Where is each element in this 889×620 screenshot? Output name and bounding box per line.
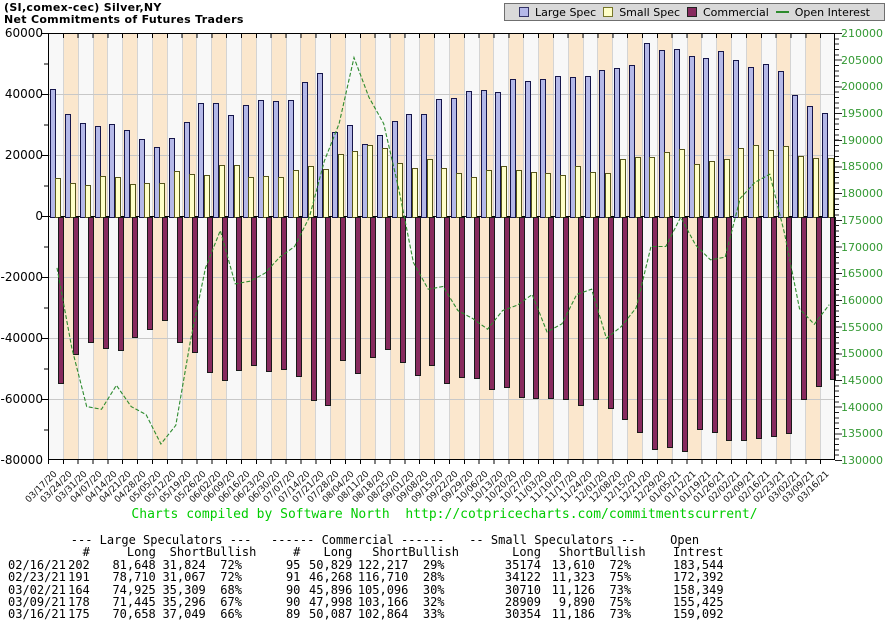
y-axis-label-right: 200000 <box>841 80 883 93</box>
y-axis-label-right: 140000 <box>841 401 883 414</box>
value-cell: 50,087 <box>300 608 352 620</box>
value-cell: 31,067 <box>156 571 206 583</box>
y-axis-label-right: 205000 <box>841 54 883 67</box>
date-cell: 02/23/21 <box>8 571 66 583</box>
value-cell: 89 <box>256 608 300 620</box>
col-header-Bullish: Bullish <box>408 546 459 558</box>
table-row: 02/23/2119178,71031,06772%9146,268116,71… <box>8 571 724 583</box>
value-cell: 28% <box>408 571 459 583</box>
value-cell: 34122 <box>459 571 541 583</box>
value-cell: 191 <box>66 571 90 583</box>
y-axis-label-right: 160000 <box>841 294 883 307</box>
value-cell: 46,268 <box>300 571 352 583</box>
value-cell: 33% <box>408 608 459 620</box>
y-axis-label-left: -60000 <box>0 392 43 406</box>
col-header-Short: Short <box>541 546 595 558</box>
value-cell: 37,049 <box>156 608 206 620</box>
value-cell: 72% <box>206 571 257 583</box>
value-cell: 159,092 <box>646 608 724 620</box>
y-axis-label-right: 135000 <box>841 427 883 440</box>
col-header-#: # <box>256 546 300 558</box>
value-cell: 70,658 <box>90 608 156 620</box>
cot-table: --- Large Speculators --------- Commerci… <box>8 534 724 620</box>
y-axis-label-left: 0 <box>0 209 43 223</box>
value-cell: 175 <box>66 608 90 620</box>
y-axis-label-right: 185000 <box>841 160 883 173</box>
value-cell: 172,392 <box>646 571 724 583</box>
col-header-#: # <box>66 546 90 558</box>
value-cell: 11,186 <box>541 608 595 620</box>
value-cell: 66% <box>206 608 257 620</box>
value-cell: 75% <box>595 571 646 583</box>
y-axis-label-left: -40000 <box>0 331 43 345</box>
y-axis-label-left: 40000 <box>0 87 43 101</box>
y-axis-label-left: 60000 <box>0 26 43 40</box>
y-axis-label-right: 155000 <box>841 321 883 334</box>
y-axis-label-left: 20000 <box>0 148 43 162</box>
col-header-Long: Long <box>90 546 156 558</box>
footer-credit: Charts compiled by Software North http:/… <box>0 507 889 522</box>
value-cell: 73% <box>595 608 646 620</box>
y-axis-label-right: 150000 <box>841 347 883 360</box>
col-header-Short: Short <box>352 546 408 558</box>
table-row: 03/16/2117570,65837,04966%8950,087102,86… <box>8 608 724 620</box>
col-header-Long: Long <box>300 546 352 558</box>
group-header <box>8 534 66 546</box>
y-axis-label-right: 170000 <box>841 241 883 254</box>
bottom-axis-ticks <box>48 460 835 464</box>
y-axis-label-right: 195000 <box>841 107 883 120</box>
y-axis-label-right: 145000 <box>841 374 883 387</box>
value-cell: 78,710 <box>90 571 156 583</box>
y-axis-label-left: -80000 <box>0 453 43 467</box>
col-header-Short: Short <box>156 546 206 558</box>
y-axis-label-right: 180000 <box>841 187 883 200</box>
plot-border <box>48 33 835 460</box>
col-header-Bullish: Bullish <box>206 546 257 558</box>
col-header-Long: Long <box>459 546 541 558</box>
y-axis-label-right: 165000 <box>841 267 883 280</box>
y-axis-label-right: 190000 <box>841 134 883 147</box>
value-cell: 91 <box>256 571 300 583</box>
cot-chart-page: (SI,comex-cec) Silver,NY Net Commitments… <box>0 0 889 620</box>
y-axis-label-right: 175000 <box>841 214 883 227</box>
col-header-Intrest: Intrest <box>646 546 724 558</box>
value-cell: 30354 <box>459 608 541 620</box>
col-header-Bullish: Bullish <box>595 546 646 558</box>
chart-area: 6000040000200000-20000-40000-60000-80000… <box>0 0 889 540</box>
y-axis-label-left: -20000 <box>0 270 43 284</box>
value-cell: 11,323 <box>541 571 595 583</box>
date-cell: 03/16/21 <box>8 608 66 620</box>
y-axis-label-right: 130000 <box>841 454 883 467</box>
value-cell: 116,710 <box>352 571 408 583</box>
y-axis-label-right: 210000 <box>841 27 883 40</box>
col-header-date <box>8 546 66 558</box>
table-header-row: #LongShortBullish#LongShortBullishLongSh… <box>8 546 724 558</box>
value-cell: 102,864 <box>352 608 408 620</box>
